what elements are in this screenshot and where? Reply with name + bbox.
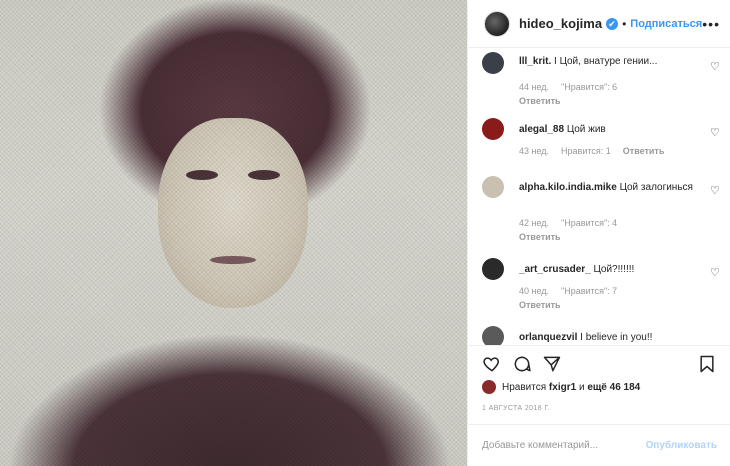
like-comment-heart-icon[interactable]: ♡	[710, 60, 722, 73]
post-photo[interactable]	[0, 0, 467, 466]
comment-body: alpha.kilo.india.mike Цой залогинься	[519, 180, 699, 195]
comment-body: lll_krit. I Цой, внатуре гении...	[519, 54, 699, 69]
comment-age: 42 нед.	[519, 218, 550, 228]
comment-body: alegal_88 Цой жив	[519, 122, 699, 137]
comment-avatar[interactable]	[482, 326, 504, 345]
save-bookmark-icon[interactable]	[697, 354, 717, 374]
comment-text: I Цой, внатуре гении...	[554, 56, 658, 67]
comment-avatar[interactable]	[482, 258, 504, 280]
comment-age: 40 нед.	[519, 286, 550, 296]
comment-meta: 43 нед. Нравится: 1 Ответить	[519, 146, 664, 156]
likes-middle: и	[578, 381, 585, 393]
like-heart-icon[interactable]	[482, 354, 502, 374]
post-actions-bar	[468, 345, 730, 381]
reply-button[interactable]: Ответить	[519, 232, 561, 242]
post-header: hideo_kojima ✔ • Подписаться •••	[468, 0, 730, 48]
follow-button[interactable]: Подписаться	[630, 18, 702, 30]
comment-avatar[interactable]	[482, 118, 504, 140]
comment-username[interactable]: alpha.kilo.india.mike	[519, 182, 617, 193]
reply-button[interactable]: Ответить	[519, 300, 561, 310]
comment-meta: 44 нед. "Нравится": 6	[519, 82, 617, 92]
comment-username[interactable]: alegal_88	[519, 124, 564, 135]
photo-grain	[0, 0, 467, 466]
more-options-icon[interactable]: •••	[702, 16, 720, 32]
author-username[interactable]: hideo_kojima	[519, 16, 602, 31]
separator-dot: •	[622, 16, 627, 31]
comment-body: orlanquezvil I believe in you!!	[519, 330, 699, 345]
likes-summary[interactable]: Нравится fxigr1 и ещё 46 184	[482, 380, 640, 394]
reply-button[interactable]: Ответить	[623, 146, 665, 156]
comment-likes[interactable]: Нравится: 1	[561, 146, 611, 156]
like-comment-heart-icon[interactable]: ♡	[710, 126, 722, 139]
comment-username[interactable]: orlanquezvil	[519, 332, 577, 343]
comment-avatar[interactable]	[482, 176, 504, 198]
comment-input[interactable]: Добавьте комментарий...	[482, 440, 646, 451]
share-send-icon[interactable]	[542, 354, 562, 374]
comments-list[interactable]: lll_krit. I Цой, внатуре гении... ♡ 44 н…	[468, 48, 730, 345]
verified-badge-icon: ✔	[606, 17, 619, 30]
like-comment-heart-icon[interactable]: ♡	[710, 184, 722, 197]
comment-avatar[interactable]	[482, 52, 504, 74]
comment-likes[interactable]: "Нравится": 7	[561, 286, 617, 296]
comment-bubble-icon[interactable]	[512, 354, 532, 374]
comment-text: Цой?!!!!!!	[593, 264, 635, 275]
comment-username[interactable]: lll_krit.	[519, 56, 551, 67]
comment-body: _art_crusader_ Цой?!!!!!!	[519, 262, 699, 277]
liker-username[interactable]: fxigr1	[549, 382, 576, 393]
comment-username[interactable]: _art_crusader_	[519, 264, 591, 275]
comment-text: Цой залогинься	[619, 182, 693, 193]
comment-age: 44 нед.	[519, 82, 550, 92]
post-date[interactable]: 1 АВГУСТА 2018 Г.	[482, 405, 550, 412]
likes-count[interactable]: ещё 46 184	[587, 382, 640, 393]
comment-meta: 42 нед. "Нравится": 4	[519, 218, 617, 228]
add-comment-form: Добавьте комментарий... Опубликовать	[468, 424, 730, 466]
comment-age: 43 нед.	[519, 146, 550, 156]
comment-likes[interactable]: "Нравится": 6	[561, 82, 617, 92]
comment-text: I believe in you!!	[580, 332, 653, 343]
post-side-panel: hideo_kojima ✔ • Подписаться ••• lll_kri…	[467, 0, 730, 466]
reply-button[interactable]: Ответить	[519, 96, 561, 106]
publish-button[interactable]: Опубликовать	[646, 440, 717, 451]
likes-prefix: Нравится	[502, 381, 547, 393]
comment-likes[interactable]: "Нравится": 4	[561, 218, 617, 228]
like-comment-heart-icon[interactable]: ♡	[710, 266, 722, 279]
liker-avatar	[482, 380, 496, 394]
comment-text: Цой жив	[566, 124, 606, 135]
comment-meta: 40 нед. "Нравится": 7	[519, 286, 617, 296]
author-avatar[interactable]	[484, 10, 510, 37]
